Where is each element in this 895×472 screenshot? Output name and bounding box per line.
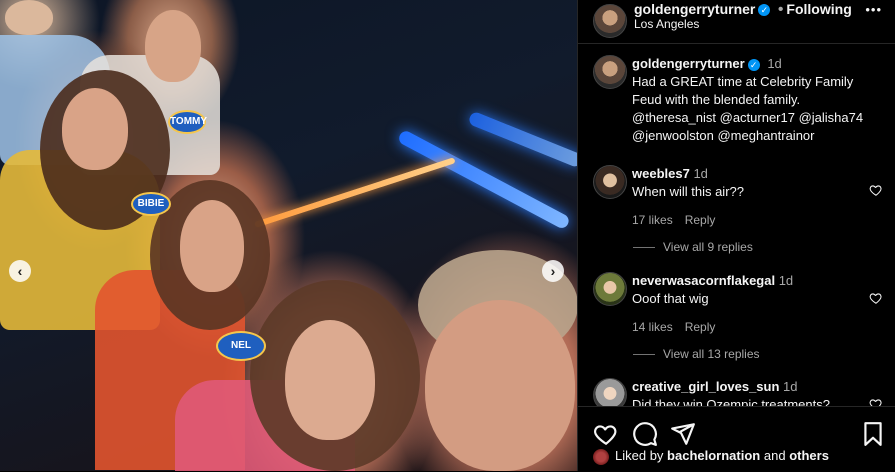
reply-button[interactable]: Reply: [685, 320, 716, 334]
more-icon[interactable]: •••: [865, 2, 882, 17]
view-replies-button[interactable]: View all 13 replies: [633, 347, 760, 361]
commenter-avatar[interactable]: [593, 272, 627, 306]
view-replies-button[interactable]: View all 9 replies: [633, 240, 753, 254]
caption-text: Had a GREAT time at Celebrity Family Feu…: [632, 74, 864, 143]
post-side-panel: goldengerryturner ✓ • Following Los Angele…: [577, 0, 895, 471]
liked-by-avatar[interactable]: [593, 448, 609, 465]
nametag: BIBIE: [131, 192, 171, 216]
comment-text: Did they win Ozempic treatments?: [632, 397, 830, 406]
comment-likes[interactable]: 17 likes: [632, 213, 673, 227]
comments-list[interactable]: goldengerryturner ✓ 1d Had a GREAT time a…: [578, 44, 895, 406]
post-location[interactable]: Los Angeles: [634, 17, 699, 31]
comment-age: 1d: [778, 273, 794, 288]
bookmark-icon[interactable]: [860, 421, 886, 447]
person-face: [180, 200, 244, 292]
nametag: NEL: [216, 331, 266, 361]
carousel-next-button[interactable]: ›: [542, 260, 564, 282]
liked-by-prefix: Liked by: [615, 448, 664, 463]
comment-meta: 17 likes Reply: [632, 211, 857, 229]
view-replies-text: View all 13 replies: [663, 347, 760, 361]
liked-by-others[interactable]: others: [789, 448, 829, 463]
liked-by-user[interactable]: bachelornation: [667, 448, 760, 463]
commenter-avatar[interactable]: [593, 165, 627, 199]
reply-button[interactable]: Reply: [685, 213, 716, 227]
person-face: [62, 88, 128, 170]
verified-icon: ✓: [747, 58, 760, 71]
comment-icon[interactable]: [632, 421, 658, 447]
person-face: [5, 0, 53, 35]
comment-age: 1d: [693, 166, 708, 181]
caption-username[interactable]: goldengerryturner: [632, 56, 745, 71]
liked-by-connector: and: [763, 448, 786, 463]
person-face: [425, 300, 575, 471]
comment-likes[interactable]: 14 likes: [632, 320, 673, 334]
person-face: [145, 10, 201, 82]
person-face: [285, 320, 375, 440]
comment-text: Ooof that wig: [632, 291, 709, 306]
comment-meta: 14 likes Reply: [632, 318, 872, 336]
heart-icon[interactable]: [869, 397, 883, 406]
comment-body: weebles7 1d When will this air?? 17 like…: [632, 165, 857, 229]
author-avatar[interactable]: [593, 4, 627, 38]
stage-light-orange: [254, 157, 456, 228]
heart-icon[interactable]: [593, 421, 619, 447]
follow-separator: •: [777, 1, 784, 18]
comment-username[interactable]: weebles7: [632, 166, 690, 181]
comment-username[interactable]: neverwasacornflakegal: [632, 273, 775, 288]
view-replies-text: View all 9 replies: [663, 240, 753, 254]
caption-age: 1d: [767, 56, 782, 71]
author-avatar[interactable]: [593, 55, 627, 89]
comment-age: 1d: [783, 379, 798, 394]
caption-body: goldengerryturner ✓ 1d Had a GREAT time a…: [632, 55, 872, 145]
stage-light-blue: [467, 110, 584, 169]
carousel-prev-button[interactable]: ‹: [9, 260, 31, 282]
comment-username[interactable]: creative_girl_loves_sun: [632, 379, 779, 394]
post-photo[interactable]: TOMMY BIBIE NEL ‹ ›: [0, 0, 584, 471]
replies-line: [633, 354, 655, 356]
comment-body: creative_girl_loves_sun 1d Did they win …: [632, 378, 872, 406]
liked-by: Liked by bachelornation and others: [593, 448, 829, 465]
following-button[interactable]: Following: [786, 1, 851, 17]
replies-line: [633, 247, 655, 249]
verified-icon: ✓: [758, 3, 771, 16]
comment-body: neverwasacornflakegal 1d Ooof that wig 1…: [632, 272, 872, 336]
author-username[interactable]: goldengerryturner: [634, 1, 755, 17]
commenter-avatar[interactable]: [593, 378, 627, 406]
share-icon[interactable]: [670, 421, 696, 447]
heart-icon[interactable]: [869, 291, 883, 305]
comment-text: When will this air??: [632, 184, 744, 199]
heart-icon[interactable]: [869, 183, 883, 197]
nametag: TOMMY: [168, 110, 207, 134]
post-header: goldengerryturner ✓ • Following Los Angele…: [578, 0, 895, 44]
